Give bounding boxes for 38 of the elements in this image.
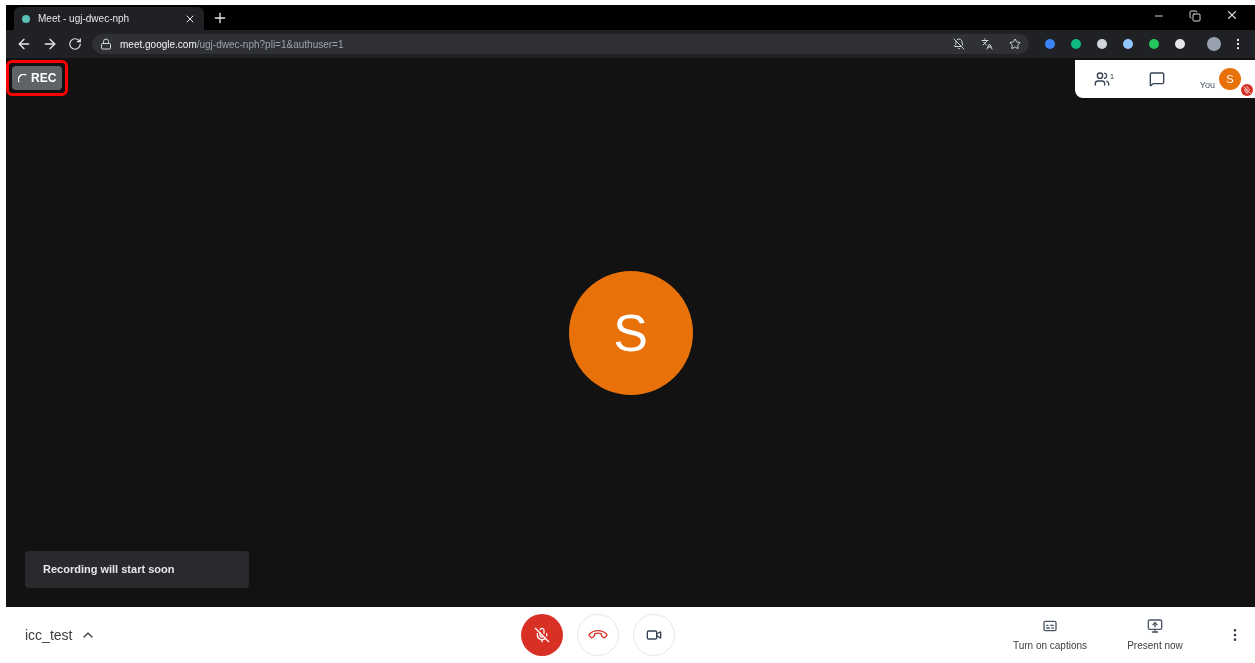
reload-icon[interactable] [68,37,82,51]
recording-toast: Recording will start soon [25,551,249,588]
captions-button[interactable]: Turn on captions [1000,617,1100,653]
extension-icon[interactable] [1123,39,1133,49]
extension-icon[interactable] [1149,39,1159,49]
url-text: meet.google.com/ugj-dwec-nph?pli=1&authuser=1 [120,37,344,52]
back-icon[interactable] [16,36,32,52]
mic-off-icon [534,627,551,643]
meeting-name[interactable]: icc_test [25,624,73,646]
present-icon [1147,617,1163,634]
rec-button[interactable]: REC [12,66,63,90]
participant-count: 1 [1109,71,1115,83]
present-button[interactable]: Present now [1115,617,1195,653]
mic-button[interactable] [521,614,564,656]
extension-icon[interactable] [1071,39,1081,49]
participants-button[interactable]: 1 [1075,71,1133,87]
extension-icon[interactable] [1175,39,1185,49]
people-icon [1093,71,1110,87]
tab-title: Meet - ugj-dwec-nph [38,12,131,26]
new-tab-icon[interactable] [212,10,228,26]
close-icon[interactable] [1225,8,1239,22]
translate-icon[interactable] [981,38,993,50]
meet-icon [22,14,30,23]
address-bar[interactable]: meet.google.com/ugj-dwec-nph?pli=1&authuser=1 [92,34,1029,54]
bell-off-icon[interactable] [953,38,965,50]
spinner-icon [18,73,27,83]
participant-avatar: S [568,270,693,395]
self-avatar: S [1219,68,1241,90]
self-label: You [1199,79,1215,93]
restore-icon[interactable] [1189,10,1201,22]
browser-tab[interactable]: Meet - ugj-dwec-nph [14,7,204,30]
chat-icon[interactable] [1149,71,1165,87]
lock-icon [100,38,112,50]
camera-icon [646,627,663,643]
forward-icon[interactable] [42,36,58,52]
profile-icon[interactable] [1207,37,1221,51]
star-icon[interactable] [1009,38,1021,50]
extension-icon[interactable] [1097,39,1107,49]
